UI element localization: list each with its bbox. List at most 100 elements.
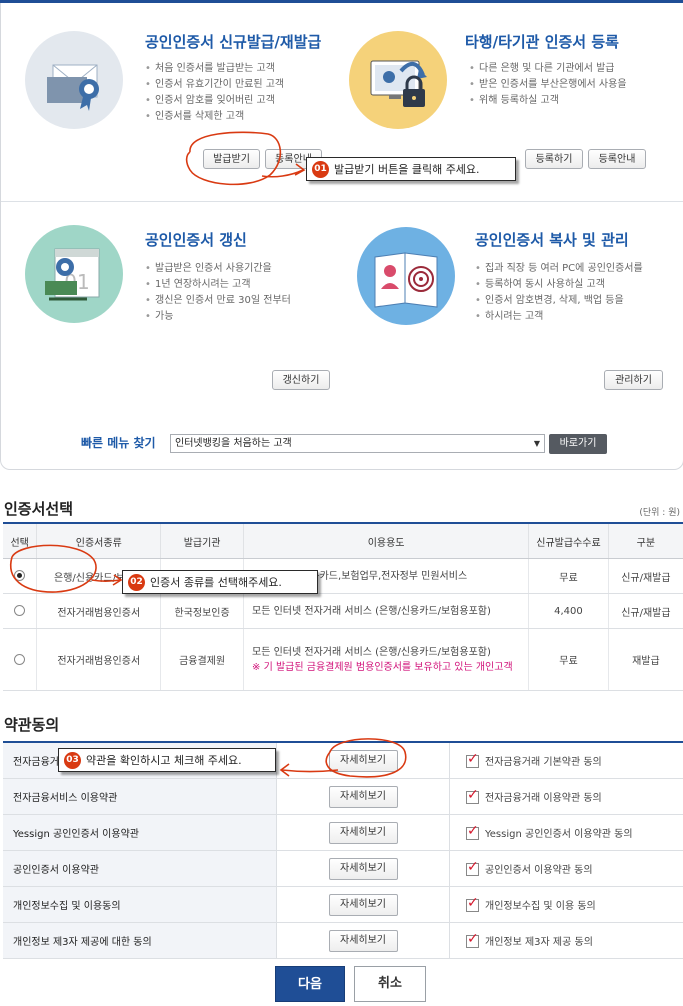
agree-checkbox[interactable] [466, 895, 479, 913]
cert-usage-cell: 모든 인터넷 전자거래 서비스 (은행/신용카드/보험용포함) ※ 기 발급된 … [243, 628, 529, 691]
dropdown-arrow-icon: ▼ [533, 439, 540, 448]
cert-fee: 무료 [528, 558, 609, 594]
agree-checkbox[interactable] [466, 859, 479, 877]
register-guide-button[interactable]: 등록안내 [588, 149, 646, 169]
table-row: Yessign 공인인증서 이용약관 자세히보기 Yessign 공인인증서 이… [3, 814, 683, 851]
cert-kind: 재발급 [607, 628, 683, 691]
quick-menu-select[interactable]: 인터넷뱅킹을 처음하는 고객 ▼ [170, 434, 545, 453]
callout-number: 01 [312, 160, 329, 178]
callout-number: 03 [64, 751, 81, 769]
bullet-item: 인증서를 삭제한 고객 [145, 109, 284, 125]
cert-type: 전자거래범용인증서 [36, 628, 161, 691]
callout-text: 인증서 종류를 선택해주세요. [150, 576, 282, 589]
cert-usage: 모든 인터넷 전자거래 서비스 (은행/신용카드/보험용포함) [243, 593, 529, 629]
bullet-item: 위해 등록하실 고객 [469, 93, 627, 109]
term-name: 전자금융서비스 이용약관 [3, 778, 277, 815]
bullet-item: 등록하여 동시 사용하실 고객 [475, 277, 643, 293]
term-name: Yessign 공인인증서 이용약관 [3, 814, 277, 851]
bullet-item: 가능 [145, 309, 291, 325]
detail-button[interactable]: 자세히보기 [328, 785, 398, 808]
envelope-certificate-icon [25, 31, 123, 129]
col-header: 인증서종류 [36, 523, 161, 559]
card-register-bullets: 다른 은행 및 다른 기관에서 발급 받은 인증서를 부산은행에서 사용을 위해… [469, 61, 627, 109]
table-row[interactable]: 은행/신용카드/보험용 금융결제원 인터넷뱅킹,신용카드,보험업무,전자정부 민… [3, 558, 683, 594]
bullet-item: 다른 은행 및 다른 기관에서 발급 [469, 61, 627, 77]
cert-issuer: 한국정보인증 [160, 593, 244, 629]
col-header: 이용용도 [243, 523, 529, 559]
agree-label: Yessign 공인인증서 이용약관 동의 [485, 828, 633, 840]
unit-label: (단위 : 원) [639, 508, 680, 518]
cert-radio-3[interactable] [14, 653, 26, 665]
cert-fee: 무료 [528, 628, 609, 691]
renew-button[interactable]: 갱신하기 [272, 370, 330, 390]
cancel-button[interactable]: 취소 [354, 966, 426, 1002]
col-header: 선택 [3, 523, 37, 559]
panel-divider [1, 201, 683, 202]
bullet-item: 인증서 유효기간이 만료된 고객 [145, 77, 284, 93]
card-issue-title: 공인인증서 신규발급/재발급 [145, 33, 322, 51]
agree-label: 전자금융거래 이용약관 동의 [485, 792, 602, 804]
card-issue-bullets: 처음 인증서를 발급받는 고객 인증서 유효기간이 만료된 고객 인증서 암호를… [145, 61, 284, 125]
quick-menu-selected: 인터넷뱅킹을 처음하는 고객 [175, 438, 292, 449]
service-panel: 공인인증서 신규발급/재발급 처음 인증서를 발급받는 고객 인증서 유효기간이… [0, 3, 683, 470]
term-name: 공인인증서 이용약관 [3, 850, 277, 887]
card-register-title: 타행/타기관 인증서 등록 [465, 33, 619, 51]
next-button[interactable]: 다음 [275, 966, 345, 1002]
bullet-item: 처음 인증서를 발급받는 고객 [145, 61, 284, 77]
agree-checkbox[interactable] [466, 787, 479, 805]
bullet-item: 집과 직장 등 여러 PC에 공인인증서를 [475, 261, 643, 277]
agree-checkbox[interactable] [466, 823, 479, 841]
detail-button[interactable]: 자세히보기 [328, 929, 398, 952]
table-row[interactable]: 전자거래범용인증서 한국정보인증 모든 인터넷 전자거래 서비스 (은행/신용카… [3, 593, 683, 629]
col-header: 신규발급수수료 [528, 523, 609, 559]
card-manage-title: 공인인증서 복사 및 관리 [475, 231, 629, 249]
table-row: 전자금융서비스 이용약관 자세히보기 전자금융거래 이용약관 동의 [3, 778, 683, 815]
agree-label: 개인정보수집 및 이용 동의 [485, 900, 596, 912]
callout-02: 02 인증서 종류를 선택해주세요. [122, 570, 318, 594]
card-renew-title: 공인인증서 갱신 [145, 231, 247, 249]
cert-fee: 4,400 [528, 593, 609, 629]
bullet-item: 하시려는 고객 [475, 309, 643, 325]
cert-issuer: 금융결제원 [160, 628, 244, 691]
agree-label: 개인정보 제3자 제공 동의 [485, 936, 593, 948]
cert-table: 선택 인증서종류 발급기관 이용용도 신규발급수수료 구분 은행/신용카드/보험… [3, 522, 683, 691]
register-button[interactable]: 등록하기 [525, 149, 583, 169]
issue-button[interactable]: 발급받기 [203, 149, 260, 169]
bullet-item: 1년 연장하시려는 고객 [145, 277, 291, 293]
table-row: 개인정보 제3자 제공에 대한 동의 자세히보기 개인정보 제3자 제공 동의 [3, 922, 683, 959]
agree-label: 공인인증서 이용약관 동의 [485, 864, 593, 876]
cert-kind: 신규/재발급 [607, 593, 683, 629]
bullet-item: 인증서 암호변경, 삭제, 백업 등을 [475, 293, 643, 309]
lock-monitor-icon [349, 31, 447, 129]
table-row: 공인인증서 이용약관 자세히보기 공인인증서 이용약관 동의 [3, 850, 683, 887]
bullet-item: 인증서 암호를 잊어버린 고객 [145, 93, 284, 109]
callout-text: 약관을 확인하시고 체크해 주세요. [86, 754, 242, 767]
detail-button[interactable]: 자세히보기 [328, 857, 398, 880]
bullet-item: 갱신은 인증서 만료 30일 전부터 [145, 293, 291, 309]
manage-button[interactable]: 관리하기 [604, 370, 663, 390]
callout-number: 02 [128, 573, 145, 591]
quick-menu-go-button[interactable]: 바로가기 [549, 434, 607, 454]
term-name: 개인정보 제3자 제공에 대한 동의 [3, 922, 277, 959]
col-header: 구분 [607, 523, 683, 559]
cert-section-title: 인증서선택 [4, 500, 74, 518]
bullet-item: 발급받은 인증서 사용기간을 [145, 261, 291, 277]
cert-note: ※ 기 발급된 금융결제원 범용인증서를 보유하고 있는 개인고객 [252, 661, 513, 673]
cert-type: 전자거래범용인증서 [36, 593, 161, 629]
agree-checkbox[interactable] [466, 931, 479, 949]
terms-table: 전자금융거래 기본약관 자세히보기 전자금융거래 기본약관 동의 전자금융서비스… [3, 741, 683, 959]
callout-03: 03 약관을 확인하시고 체크해 주세요. [58, 748, 276, 772]
agree-label: 전자금융거래 기본약관 동의 [485, 756, 602, 768]
cert-radio-2[interactable] [14, 605, 26, 617]
term-name: 개인정보수집 및 이용동의 [3, 886, 277, 923]
callout-text: 발급받기 버튼을 클릭해 주세요. [334, 163, 480, 176]
detail-button[interactable]: 자세히보기 [328, 749, 398, 772]
quick-menu-label: 빠른 메뉴 찾기 [81, 436, 156, 450]
detail-button[interactable]: 자세히보기 [328, 821, 398, 844]
book-fingerprint-icon [357, 227, 455, 325]
agree-checkbox[interactable] [466, 751, 479, 769]
table-row[interactable]: 전자거래범용인증서 금융결제원 모든 인터넷 전자거래 서비스 (은행/신용카드… [3, 628, 683, 691]
cert-radio-1[interactable] [14, 570, 26, 582]
card-renew-bullets: 발급받은 인증서 사용기간을 1년 연장하시려는 고객 갱신은 인증서 만료 3… [145, 261, 291, 325]
detail-button[interactable]: 자세히보기 [328, 893, 398, 916]
